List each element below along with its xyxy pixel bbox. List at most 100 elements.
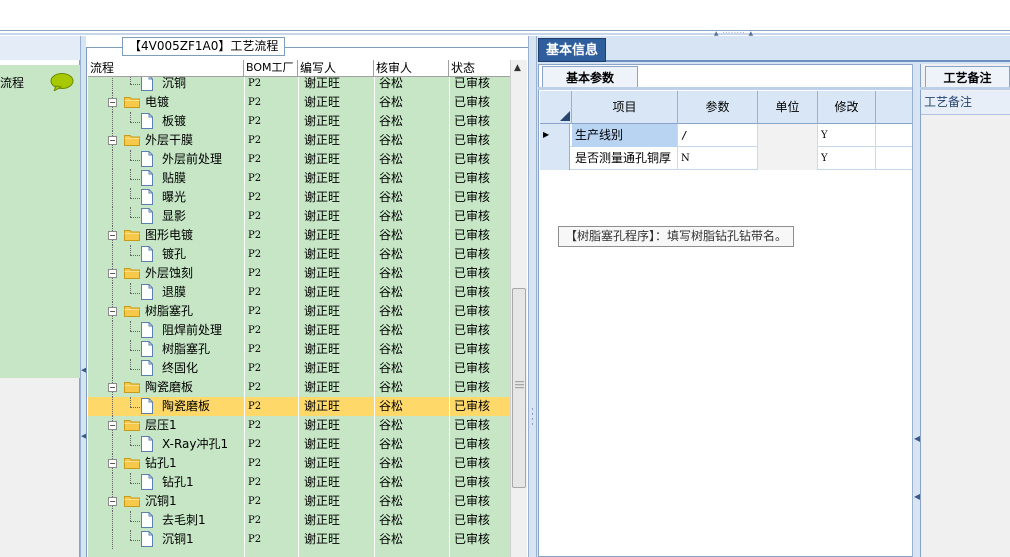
scroll-thumb-grip-icon: ― ― ― [515,377,524,393]
cell-unit[interactable] [758,147,818,170]
grid-header-unit[interactable]: 单位 [758,91,818,124]
collapse-toggle-icon[interactable]: − [108,421,117,430]
collapse-toggle-icon[interactable]: − [108,231,117,240]
collapse-toggle-icon[interactable]: − [108,459,117,468]
document-icon [141,360,153,376]
speech-bubble-icon[interactable] [50,73,74,91]
tree-row[interactable]: 树脂塞孔 P2 谢正旺 谷松 已审核 [88,340,510,359]
col-header-bom[interactable]: BOM工厂 [244,60,298,77]
tab-process-remark[interactable]: 工艺备注 [925,66,1010,88]
tree-row[interactable]: 沉铜1 P2 谢正旺 谷松 已审核 [88,530,510,549]
tree-row-label: 电镀 [145,95,170,109]
tree-connector [130,540,140,541]
tree-row[interactable]: 阻焊前处理 P2 谢正旺 谷松 已审核 [88,321,510,340]
grid-corner[interactable] [540,91,572,124]
cell-item[interactable]: 是否测量通孔铜厚 [572,147,678,170]
tree-connector [130,511,131,521]
tab-basic-info[interactable]: 基本信息 [538,38,606,62]
cell-writer: 谢正旺 [304,228,341,242]
tree-row[interactable]: 去毛刺1 P2 谢正旺 谷松 已审核 [88,511,510,530]
tree-row[interactable]: 陶瓷磨板 P2 谢正旺 谷松 已审核 [88,397,510,416]
cell-checker: 谷松 [379,494,404,508]
cell-bom: P2 [248,344,262,355]
left-nav-selected-item[interactable] [0,65,80,378]
tree-row-label: 层压1 [145,418,177,432]
tree-row[interactable]: − 陶瓷磨板 P2 谢正旺 谷松 已审核 [88,378,510,397]
cell-checker: 谷松 [379,513,404,527]
col-header-checker[interactable]: 核审人 [374,60,449,77]
tree-row[interactable]: − 电镀 P2 谢正旺 谷松 已审核 [88,93,510,112]
tree-connector [112,150,113,169]
tree-row[interactable]: 显影 P2 谢正旺 谷松 已审核 [88,207,510,226]
cell-checker: 谷松 [379,380,404,394]
grid-header-item[interactable]: 项目 [572,91,678,124]
tree-connector [112,245,113,264]
cell-item[interactable]: 生产线别 [572,124,678,147]
middle-splitter-grip-icon: · · · · [531,405,534,430]
hint-message: 【树脂塞孔程序】：填写树脂钻孔钻带名。 [558,226,795,247]
cell-checker: 谷松 [379,437,404,451]
tree-row[interactable]: − 层压1 P2 谢正旺 谷松 已审核 [88,416,510,435]
tree-row[interactable]: 镀孔 P2 谢正旺 谷松 已审核 [88,245,510,264]
tree-row[interactable]: 沉铜 P2 谢正旺 谷松 已审核 [88,77,510,93]
cell-bom: P2 [248,534,262,545]
process-tree-body: 沉铜 P2 谢正旺 谷松 已审核 − 电镀 P2 谢正旺 谷松 已审核 板镀 P2 谢正旺 谷松 已审核 − 外层… [88,77,510,557]
collapse-toggle-icon[interactable]: − [108,136,117,145]
grid-header-modify[interactable]: 修改 [818,91,876,124]
cell-bom: P2 [248,325,262,336]
tree-connector [130,483,140,484]
tree-row[interactable]: X-Ray冲孔1 P2 谢正旺 谷松 已审核 [88,435,510,454]
middle-splitter[interactable]: · · · · [528,36,537,557]
right-splitter[interactable]: ◀ ◀ [912,64,920,557]
cell-modify[interactable]: Y [818,147,876,170]
cell-unit[interactable] [758,124,818,147]
process-tree-scrollbar[interactable]: ▲ ― ― ― [510,60,527,557]
scroll-thumb[interactable]: ― ― ― [512,288,526,488]
tree-row-label: 阻焊前处理 [162,323,223,337]
tree-row[interactable]: 退膜 P2 谢正旺 谷松 已审核 [88,283,510,302]
tree-row[interactable]: 贴膜 P2 谢正旺 谷松 已审核 [88,169,510,188]
params-grid-row[interactable]: 是否测量通孔铜厚 N Y [540,147,912,170]
tree-row[interactable]: 板镀 P2 谢正旺 谷松 已审核 [88,112,510,131]
cell-bom: P2 [248,401,262,412]
cell-modify[interactable]: Y [818,124,876,147]
tree-connector [112,473,113,492]
collapse-toggle-icon[interactable]: − [108,497,117,506]
tree-row[interactable]: − 树脂塞孔 P2 谢正旺 谷松 已审核 [88,302,510,321]
tree-row[interactable]: 曝光 P2 谢正旺 谷松 已审核 [88,188,510,207]
tree-row[interactable]: − 钻孔1 P2 谢正旺 谷松 已审核 [88,454,510,473]
grid-header-param[interactable]: 参数 [678,91,758,124]
tree-row[interactable]: − 外层干膜 P2 谢正旺 谷松 已审核 [88,131,510,150]
col-header-writer[interactable]: 编写人 [298,60,374,77]
tree-row[interactable]: 终固化 P2 谢正旺 谷松 已审核 [88,359,510,378]
collapse-toggle-icon[interactable]: − [108,307,117,316]
document-icon [141,474,153,490]
scroll-up-icon[interactable]: ▲ [514,63,521,73]
tree-connector [130,283,131,293]
tree-connector [130,350,140,351]
row-selector[interactable]: ▶ [540,124,570,147]
tree-connector [130,435,131,445]
tree-row[interactable]: − 沉铜1 P2 谢正旺 谷松 已审核 [88,492,510,511]
cell-writer: 谢正旺 [304,399,341,413]
row-selector[interactable] [540,147,570,170]
cell-param[interactable]: N [678,147,758,170]
tree-connector [130,84,140,85]
tree-row-label: 去毛刺1 [162,513,206,527]
tab-basic-params[interactable]: 基本参数 [542,66,638,88]
tree-row[interactable]: 外层前处理 P2 谢正旺 谷松 已审核 [88,150,510,169]
col-header-name[interactable]: 流程 [88,60,244,77]
cell-status: 已审核 [454,171,491,185]
col-header-status[interactable]: 状态 [449,60,510,77]
tree-connector [130,179,140,180]
tree-row-label: 钻孔1 [145,456,177,470]
collapse-toggle-icon[interactable]: − [108,98,117,107]
collapse-toggle-icon[interactable]: − [108,383,117,392]
params-grid-row[interactable]: ▶ 生产线别 / Y [540,124,912,147]
tree-row[interactable]: 钻孔1 P2 谢正旺 谷松 已审核 [88,473,510,492]
collapse-toggle-icon[interactable]: − [108,269,117,278]
tree-connector [130,340,131,350]
tree-row[interactable]: − 外层蚀刻 P2 谢正旺 谷松 已审核 [88,264,510,283]
cell-param[interactable]: / [678,124,758,147]
tree-row[interactable]: − 图形电镀 P2 谢正旺 谷松 已审核 [88,226,510,245]
